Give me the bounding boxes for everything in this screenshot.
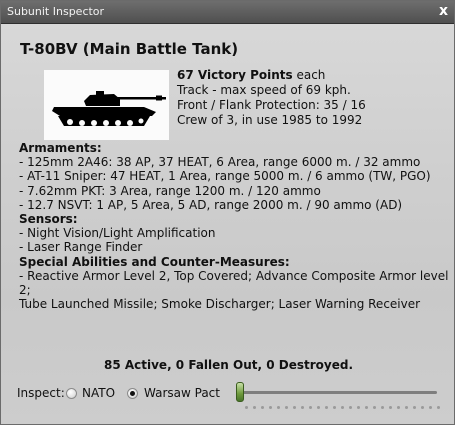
status-summary: 85 Active, 0 Fallen Out, 0 Destroyed. — [103, 358, 354, 372]
armament-item: - 7.62mm PKT: 3 Area, range 1200 m. / 12… — [19, 183, 321, 198]
slider-tick — [357, 406, 360, 409]
title-bar[interactable]: Subunit Inspector x — [1, 1, 454, 24]
slider-tick — [333, 406, 336, 409]
slider-tick — [373, 406, 376, 409]
subunit-inspector-window: Subunit Inspector x T-80BV (Main Battle … — [0, 0, 455, 425]
slider-tick — [245, 406, 248, 409]
warsaw-pact-radio[interactable] — [127, 388, 138, 399]
armament-item: - 125mm 2A46: 38 AP, 37 HEAT, 6 Area, ra… — [19, 155, 421, 170]
slider-tick — [389, 406, 392, 409]
slider-tick — [429, 406, 432, 409]
slider-tick — [293, 406, 296, 409]
slider-ticks — [245, 406, 441, 410]
unit-details: Armaments: - 125mm 2A46: 38 AP, 37 HEAT,… — [19, 141, 449, 311]
slider-tick — [277, 406, 280, 409]
slider-tick — [405, 406, 408, 409]
nato-label[interactable]: NATO — [82, 386, 115, 400]
armament-item: - 12.7 NSVT: 1 AP, 5 Area, 5 AD, range 2… — [19, 197, 403, 212]
armaments-header: Armaments: — [19, 141, 102, 155]
armament-item: - AT-11 Sniper: 47 HEAT, 1 Area, range 5… — [19, 169, 431, 184]
slider-tick — [397, 406, 400, 409]
tank-silhouette-image — [44, 70, 169, 140]
victory-points-line: 67 Victory Points each — [177, 68, 366, 83]
close-icon[interactable]: x — [439, 3, 448, 19]
inspect-label: Inspect: — [17, 386, 65, 400]
special-abilities-line: Tube Launched Missile; Smoke Discharger;… — [19, 297, 421, 312]
slider-tick — [309, 406, 312, 409]
protection-text: Front / Flank Protection: 35 / 16 — [177, 98, 366, 112]
sensor-item: - Laser Range Finder — [19, 240, 143, 255]
slider-tick — [285, 406, 288, 409]
slider-tick — [413, 406, 416, 409]
sensors-header: Sensors: — [19, 212, 78, 227]
slider-tick — [253, 406, 256, 409]
warsaw-pact-label[interactable]: Warsaw Pact — [144, 386, 220, 400]
slider-tick — [349, 406, 352, 409]
crew-text: Crew of 3, in use 1985 to 1992 — [177, 113, 363, 127]
slider-tick — [269, 406, 272, 409]
slider-tick — [365, 406, 368, 409]
slider-tick — [341, 406, 344, 409]
mobility-text: Track - max speed of 69 kph. — [177, 83, 351, 97]
special-abilities-line: - Reactive Armor Level 2, Top Covered; A… — [19, 268, 449, 298]
slider-tick — [261, 406, 264, 409]
nato-radio[interactable] — [66, 388, 77, 399]
slider-tick — [325, 406, 328, 409]
slider-tick — [317, 406, 320, 409]
slider-tick — [301, 406, 304, 409]
slider-tick — [381, 406, 384, 409]
slider-tick — [437, 406, 440, 409]
sensor-item: - Night Vision/Light Amplification — [19, 226, 216, 241]
subunit-slider-thumb[interactable] — [236, 382, 244, 402]
subunit-slider-track[interactable] — [237, 391, 437, 394]
window-title: Subunit Inspector — [7, 5, 105, 18]
tank-silhouette-icon — [52, 91, 166, 126]
unit-name: T-80BV (Main Battle Tank) — [20, 40, 239, 58]
victory-points: 67 Victory Points — [177, 68, 293, 82]
special-abilities-header: Special Abilities and Counter-Measures: — [19, 254, 290, 269]
slider-tick — [421, 406, 424, 409]
victory-points-suffix: each — [292, 68, 326, 82]
unit-stats: 67 Victory Points each Track - max speed… — [177, 68, 366, 128]
